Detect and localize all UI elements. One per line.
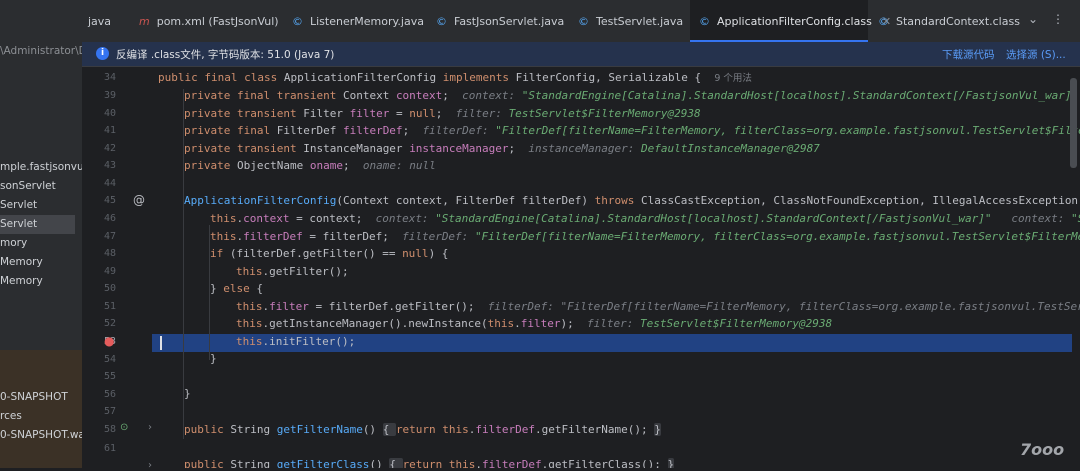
code-line: public final class ApplicationFilterConf… xyxy=(158,71,752,84)
editor-scrollbar[interactable] xyxy=(1070,78,1077,168)
tree-item[interactable]: Memory xyxy=(0,253,82,272)
code-line: ApplicationFilterConfig(Context context,… xyxy=(184,194,1080,207)
tree-item[interactable]: mple.fastjsonvul xyxy=(0,158,82,177)
info-icon: i xyxy=(96,47,109,60)
tab-pom-xml[interactable]: m pom.xml (FastJsonVul) xyxy=(139,0,279,42)
code-line: this.getFilter(); xyxy=(236,265,349,278)
code-line: private transient Filter filter = null; … xyxy=(184,107,701,120)
line-number: 45 xyxy=(103,195,116,206)
code-editor[interactable]: public final class ApplicationFilterConf… xyxy=(152,67,1080,468)
choose-source-link[interactable]: 选择源 (S)... xyxy=(1006,47,1066,62)
tab-application-filter-config[interactable]: © ApplicationFilterConfig.class ✕ xyxy=(690,0,891,42)
line-number: 34 xyxy=(103,72,116,83)
line-number: 48 xyxy=(103,248,116,259)
code-line: this.getInstanceManager().newInstance(th… xyxy=(236,317,833,330)
watermark: 7ooo xyxy=(1020,440,1065,459)
code-line: this.context = context; context: "Standa… xyxy=(210,212,1080,225)
download-source-link[interactable]: 下载源代码 xyxy=(942,47,995,62)
notice-message: 反编译 .class文件, 字节码版本: 51.0 (Java 7) xyxy=(116,49,335,61)
tab-label: ApplicationFilterConfig.class xyxy=(717,14,872,28)
usage-hint[interactable]: 9 个用法 xyxy=(714,73,752,84)
class-icon: © xyxy=(292,14,303,28)
line-number: 47 xyxy=(103,231,116,242)
tree-item[interactable]: Servlet xyxy=(0,196,82,215)
code-line: private ObjectName oname; oname: null xyxy=(184,159,436,172)
code-line: this.filterDef = filterDef; filterDef: "… xyxy=(210,230,1080,243)
project-path: \Administrator\De xyxy=(0,45,82,57)
tree-item[interactable]: 0-SNAPSHOT.war xyxy=(0,426,82,445)
line-number: 51 xyxy=(103,301,116,312)
tab-standard-context[interactable]: © StandardContext.class xyxy=(878,0,1020,42)
tab-label: pom.xml (FastJsonVul) xyxy=(156,14,279,28)
text-caret xyxy=(160,336,162,350)
line-number: 61 xyxy=(103,443,116,454)
code-line: private transient InstanceManager instan… xyxy=(184,142,820,155)
tab-listener-memory[interactable]: © ListenerMemory.java xyxy=(292,0,424,42)
line-number: 40 xyxy=(103,108,116,119)
tab-label: java xyxy=(88,14,112,28)
more-icon[interactable]: ⋮ xyxy=(1052,12,1064,26)
tree-item[interactable]: rces xyxy=(0,407,82,426)
code-line-current: this.initFilter(); xyxy=(236,335,356,348)
tab-label: TestServlet.java xyxy=(596,14,684,28)
line-number: 54 xyxy=(103,354,116,365)
decompiler-notice: i 反编译 .class文件, 字节码版本: 51.0 (Java 7) 下载源… xyxy=(82,42,1080,67)
tab-test-servlet[interactable]: © TestServlet.java xyxy=(578,0,683,42)
line-number: 56 xyxy=(103,389,116,400)
code-line: } else { xyxy=(210,282,263,295)
tree-item-selected[interactable]: Servlet xyxy=(0,215,75,234)
tab-label: FastJsonServlet.java xyxy=(454,14,565,28)
line-number: 43 xyxy=(103,160,116,171)
class-icon: © xyxy=(436,14,447,28)
code-line: private final FilterDef filterDef; filte… xyxy=(184,124,1080,137)
build-output-panel: 0-SNAPSHOT rces 0-SNAPSHOT.war xyxy=(0,350,82,468)
line-number: 50 xyxy=(103,283,116,294)
class-icon: © xyxy=(578,14,589,28)
class-icon: © xyxy=(878,14,889,28)
line-number: 57 xyxy=(103,406,116,417)
maven-icon: m xyxy=(139,14,150,28)
line-number: 41 xyxy=(103,125,116,136)
tab-label: ListenerMemory.java xyxy=(310,14,424,28)
tree-item[interactable]: mory xyxy=(0,234,82,253)
line-number: 44 xyxy=(103,178,116,189)
breakpoint-icon[interactable]: ● xyxy=(104,334,114,348)
line-number: 52 xyxy=(103,318,116,329)
override-icon[interactable]: ⊙ xyxy=(120,422,128,433)
class-icon: © xyxy=(699,14,710,28)
line-number: 49 xyxy=(103,266,116,277)
annotation-icon[interactable]: @ xyxy=(133,193,145,207)
editor-tab-bar: java m pom.xml (FastJsonVul) © ListenerMem… xyxy=(0,0,1080,43)
code-line: public String getFilterName() { return t… xyxy=(184,423,661,436)
line-number: 42 xyxy=(103,143,116,154)
tree-item[interactable]: 0-SNAPSHOT xyxy=(0,388,82,407)
line-number: 46 xyxy=(103,213,116,224)
code-line: } xyxy=(210,352,217,365)
line-number: 58 xyxy=(103,424,116,435)
code-line: public String getFilterClass() { return … xyxy=(184,456,675,468)
chevron-down-icon[interactable]: ⌄ xyxy=(1028,12,1038,26)
code-line: } xyxy=(184,387,191,400)
tab-fastjson-servlet[interactable]: © FastJsonServlet.java xyxy=(436,0,564,42)
code-line: if (filterDef.getFilter() == null) { xyxy=(210,247,449,260)
tree-item[interactable]: sonServlet xyxy=(0,177,82,196)
tree-item[interactable]: Memory xyxy=(0,272,82,291)
line-number: 39 xyxy=(103,90,116,101)
code-line: private final transient Context context;… xyxy=(184,89,1079,102)
tab-label: StandardContext.class xyxy=(896,14,1020,28)
line-number: 55 xyxy=(103,371,116,382)
code-line: this.filter = filterDef.getFilter(); fil… xyxy=(236,300,1080,313)
project-tree: \Administrator\De mple.fastjsonvul sonSe… xyxy=(0,42,82,468)
tab-java[interactable]: java xyxy=(88,0,111,42)
